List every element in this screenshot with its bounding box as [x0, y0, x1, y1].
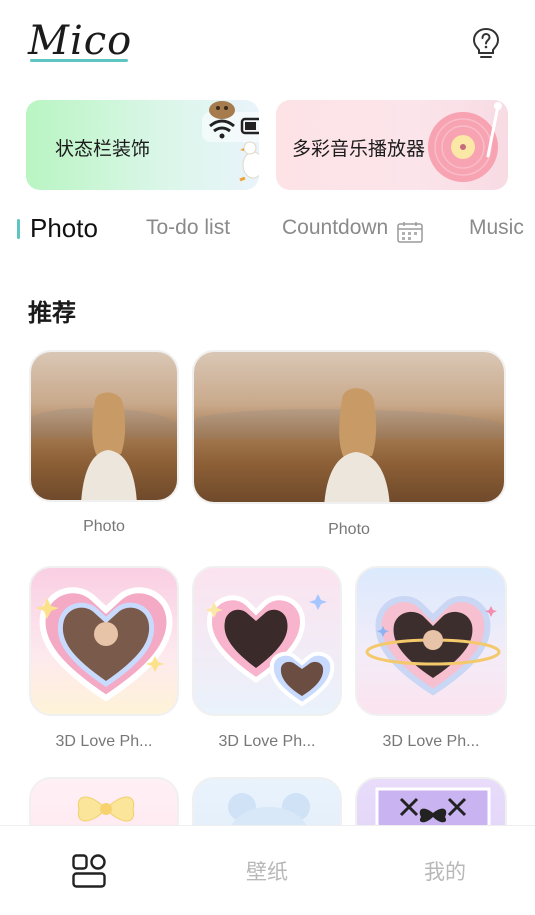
widget-label: 3D Love Ph...: [218, 733, 316, 750]
woman-photo-figure: [81, 392, 137, 500]
status-bar-decoration-banner[interactable]: 状态栏装饰: [26, 100, 259, 190]
active-tab-indicator: [17, 219, 20, 239]
nav-wallpaper[interactable]: 壁纸: [246, 856, 288, 886]
widget-3d-love-photo[interactable]: [355, 566, 507, 716]
nav-mine[interactable]: 我的: [424, 856, 466, 886]
app-header: Mico: [0, 0, 535, 90]
app-logo: Mico: [28, 18, 133, 64]
widget-label: 3D Love Ph...: [55, 733, 153, 750]
tab-photo[interactable]: Photo: [30, 213, 98, 244]
heart-planet-frame-icon: [365, 595, 501, 696]
tab-to-do-list[interactable]: To-do list: [146, 216, 230, 240]
tab-countdown[interactable]: Countdown: [282, 216, 388, 240]
category-tabs: Photo To-do list Countdown Music: [0, 210, 535, 254]
widget-label: Photo: [83, 518, 125, 535]
calendar-icon: [397, 222, 423, 243]
double-heart-frame-icon: [205, 594, 335, 707]
bottom-navigation: 壁纸 我的: [0, 825, 535, 915]
widget-photo-medium[interactable]: [192, 350, 506, 504]
heart-frame-icon: [36, 587, 173, 702]
banner-label: 多彩音乐播放器: [292, 138, 426, 160]
help-bulb-icon[interactable]: [472, 27, 500, 61]
section-title: 推荐: [28, 299, 76, 327]
widget-3d-love-photo[interactable]: [192, 566, 342, 716]
woman-photo-figure: [324, 388, 390, 502]
duck-wifi-battery-icon: [202, 101, 259, 182]
music-player-banner[interactable]: 多彩音乐播放器: [276, 100, 508, 190]
vinyl-record-icon: [428, 102, 502, 182]
widgets-grid-icon[interactable]: [72, 854, 106, 888]
tab-music[interactable]: Music: [469, 216, 524, 240]
widget-label: Photo: [328, 521, 370, 538]
widget-3d-love-photo[interactable]: [29, 566, 179, 716]
banner-label: 状态栏装饰: [55, 138, 151, 160]
widget-label: 3D Love Ph...: [382, 733, 480, 750]
widget-photo-small[interactable]: [29, 350, 179, 502]
logo-underline: [30, 59, 128, 62]
